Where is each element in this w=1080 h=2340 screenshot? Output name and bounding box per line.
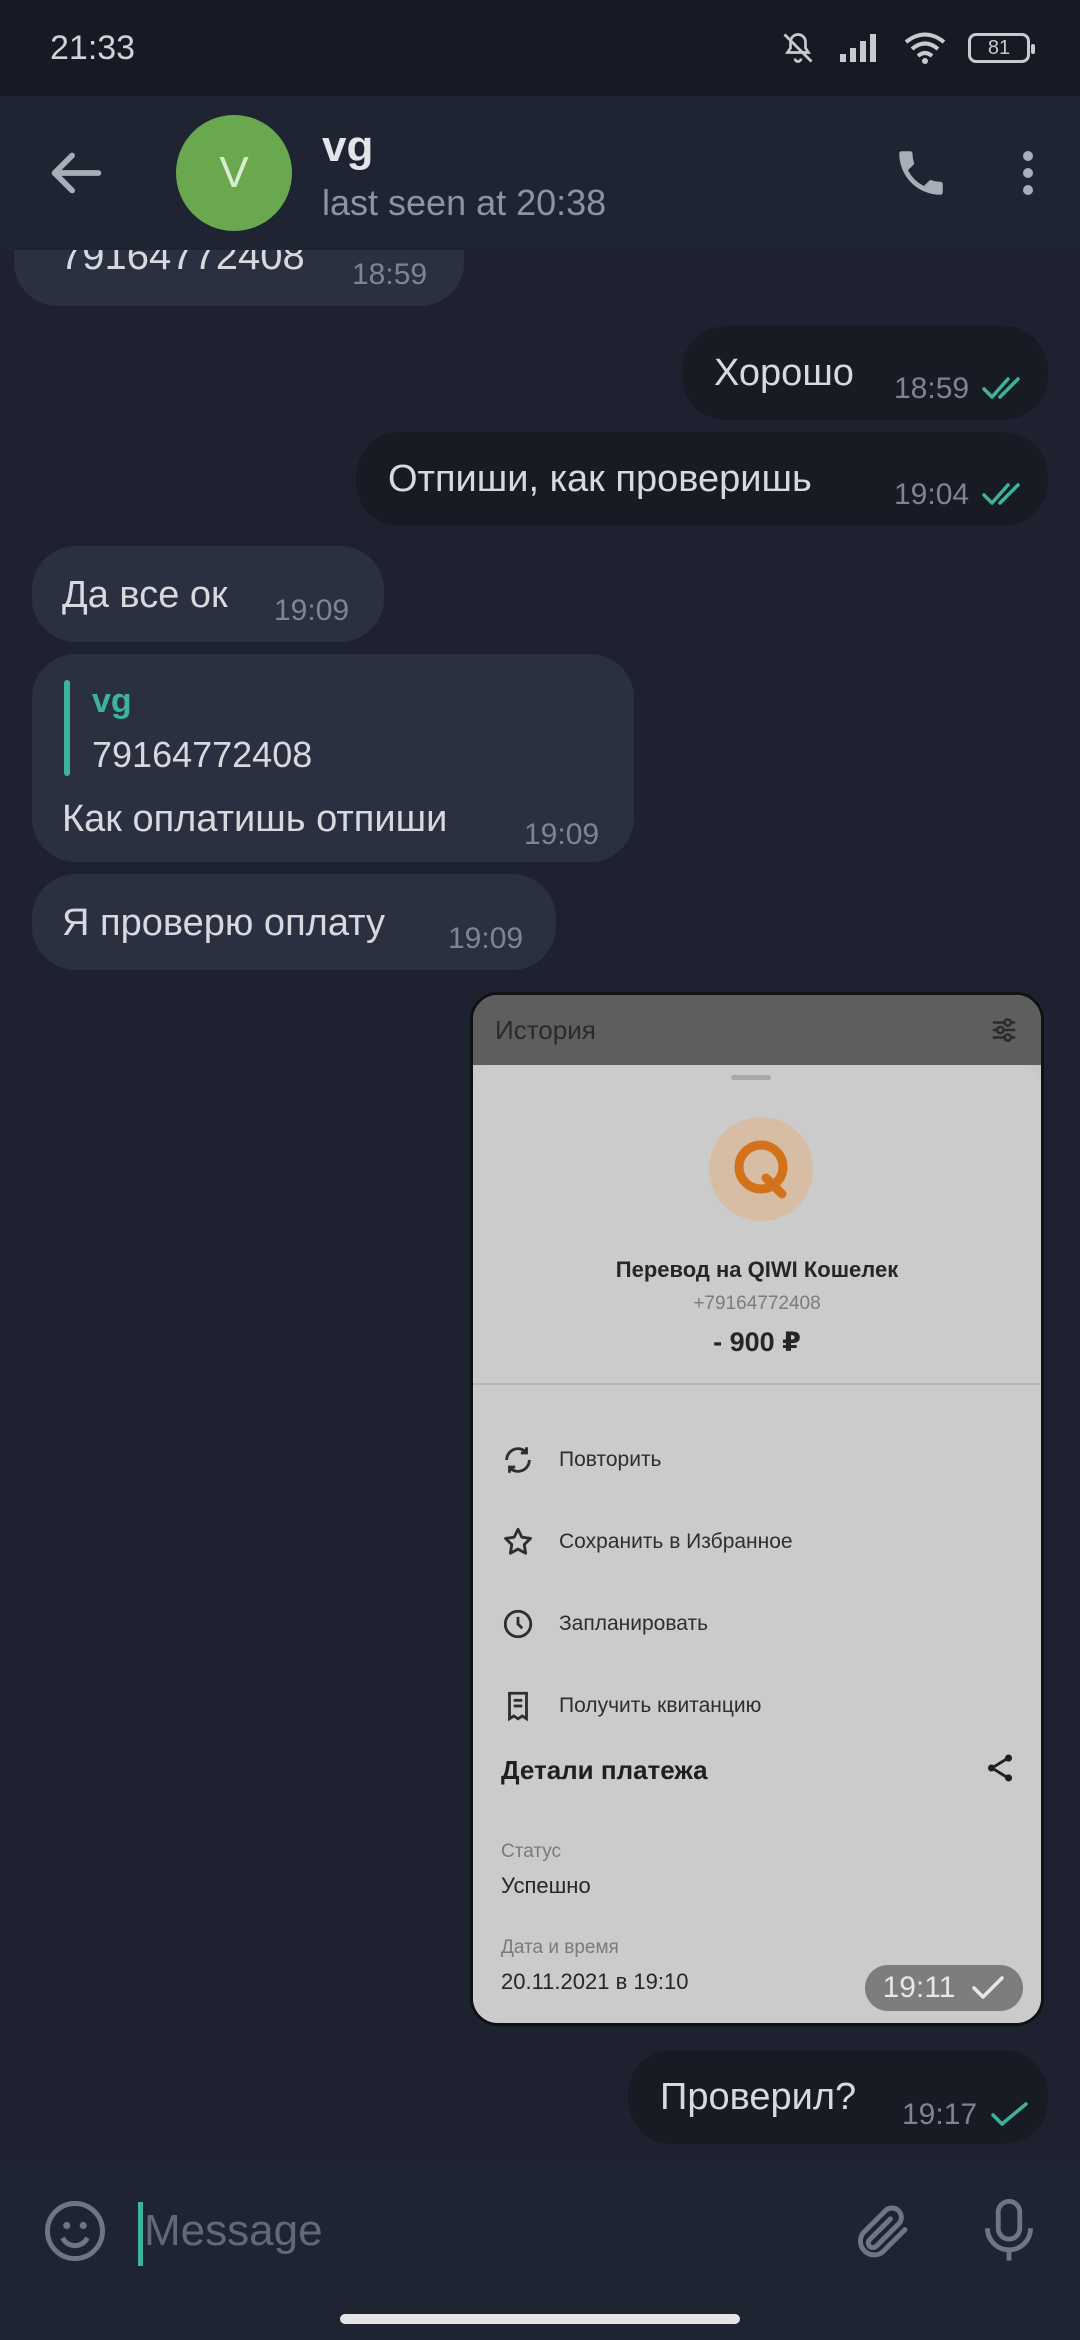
action-label: Сохранить в Избранное <box>559 1530 793 1553</box>
text-cursor <box>138 2202 143 2266</box>
divider <box>473 1383 1041 1385</box>
message-text: Да все ок <box>62 574 228 616</box>
status-value: Успешно <box>501 1873 591 1898</box>
history-title: История <box>495 1014 596 1045</box>
message-text: Хорошо <box>714 352 854 394</box>
message-outgoing[interactable]: Хорошо 18:59 <box>682 326 1048 420</box>
reply-text: 79164772408 <box>92 734 313 775</box>
message-input-bar: Message <box>0 2158 1080 2340</box>
sheet-handle <box>731 1075 771 1080</box>
double-check-icon <box>982 480 1030 508</box>
last-seen-status: last seen at 20:38 <box>322 182 607 223</box>
transfer-phone: +79164772408 <box>693 1293 821 1314</box>
action-favorite: Сохранить в Избранное <box>501 1525 793 1559</box>
check-icon <box>971 1975 1005 2001</box>
message-incoming[interactable]: Да все ок 19:09 <box>32 546 384 642</box>
message-text: Отпиши, как проверишь <box>388 458 812 500</box>
receipt-icon <box>501 1689 535 1723</box>
message-incoming-reply[interactable]: vg 79164772408 Как оплатишь отпиши 19:09 <box>32 654 634 862</box>
contact-name: vg <box>322 122 374 171</box>
signal-icon <box>838 32 882 64</box>
message-outgoing[interactable]: Отпиши, как проверишь 19:04 <box>356 432 1048 526</box>
chat-title[interactable]: vg last seen at 20:38 <box>322 122 606 224</box>
message-time: 19:09 <box>274 594 350 627</box>
share-icon <box>983 1751 1017 1785</box>
back-arrow-icon[interactable] <box>40 138 110 208</box>
qiwi-logo-icon <box>709 1117 813 1221</box>
more-options-icon[interactable] <box>1020 148 1036 198</box>
phone-call-icon[interactable] <box>892 144 950 202</box>
message-incoming-clipped[interactable]: 79164772408 18:59 <box>14 250 464 306</box>
message-outgoing[interactable]: Проверил? 19:17 <box>628 2050 1048 2144</box>
message-time: 19:09 <box>524 818 600 851</box>
status-bar: 21:33 81 <box>0 0 1080 96</box>
photo-time-badge: 19:11 <box>865 1965 1023 2011</box>
filter-icon <box>989 1015 1019 1045</box>
battery-icon: 81 <box>968 33 1035 63</box>
check-icon <box>990 2100 1030 2128</box>
message-time: 19:04 <box>894 478 970 511</box>
wifi-icon <box>904 31 946 65</box>
message-time: 19:11 <box>882 1971 956 2004</box>
photo-top-bar: История <box>473 995 1041 1065</box>
emoji-icon[interactable] <box>42 2198 108 2264</box>
payment-sheet: Перевод на QIWI Кошелек +79164772408 - 9… <box>473 1065 1041 2023</box>
message-time: 19:09 <box>448 922 524 955</box>
transfer-amount: - 900 ₽ <box>713 1327 801 1357</box>
action-label: Получить квитанцию <box>559 1694 762 1717</box>
date-label: Дата и время <box>501 1937 619 1958</box>
status-label: Статус <box>501 1841 562 1862</box>
action-label: Повторить <box>559 1448 662 1471</box>
message-text: Я проверю оплату <box>62 902 385 944</box>
repeat-icon <box>501 1443 535 1477</box>
message-text: Проверил? <box>660 2076 857 2118</box>
details-title: Детали платежа <box>501 1755 708 1785</box>
star-icon <box>501 1525 535 1559</box>
message-incoming[interactable]: Я проверю оплату 19:09 <box>32 874 556 970</box>
message-time: 18:59 <box>352 258 428 291</box>
clock-icon <box>501 1607 535 1641</box>
attach-icon[interactable] <box>850 2198 916 2264</box>
photo-message[interactable]: История Перевод на QIWI Кошелек +7916477… <box>470 992 1044 2026</box>
message-time: 19:17 <box>902 2098 978 2131</box>
message-text: 79164772408 <box>60 250 305 278</box>
action-repeat: Повторить <box>501 1443 662 1477</box>
action-schedule: Запланировать <box>501 1607 708 1641</box>
transfer-title: Перевод на QIWI Кошелек <box>615 1257 899 1282</box>
message-input[interactable]: Message <box>144 2206 323 2256</box>
reply-author: vg <box>92 682 132 720</box>
date-value: 20.11.2021 в 19:10 <box>501 1969 689 1994</box>
message-text: Как оплатишь отпиши <box>62 798 448 840</box>
action-label: Запланировать <box>559 1612 709 1635</box>
avatar[interactable]: V <box>176 115 292 231</box>
microphone-icon[interactable] <box>976 2196 1042 2266</box>
message-time: 18:59 <box>894 372 970 405</box>
chat-header-overlay: V vg last seen at 20:38 <box>0 96 1080 250</box>
mute-icon <box>780 30 816 66</box>
action-receipt: Получить квитанцию <box>501 1689 761 1723</box>
double-check-icon <box>982 374 1030 402</box>
reply-bar <box>64 680 70 776</box>
status-time: 21:33 <box>50 28 136 67</box>
home-indicator[interactable] <box>340 2314 740 2324</box>
